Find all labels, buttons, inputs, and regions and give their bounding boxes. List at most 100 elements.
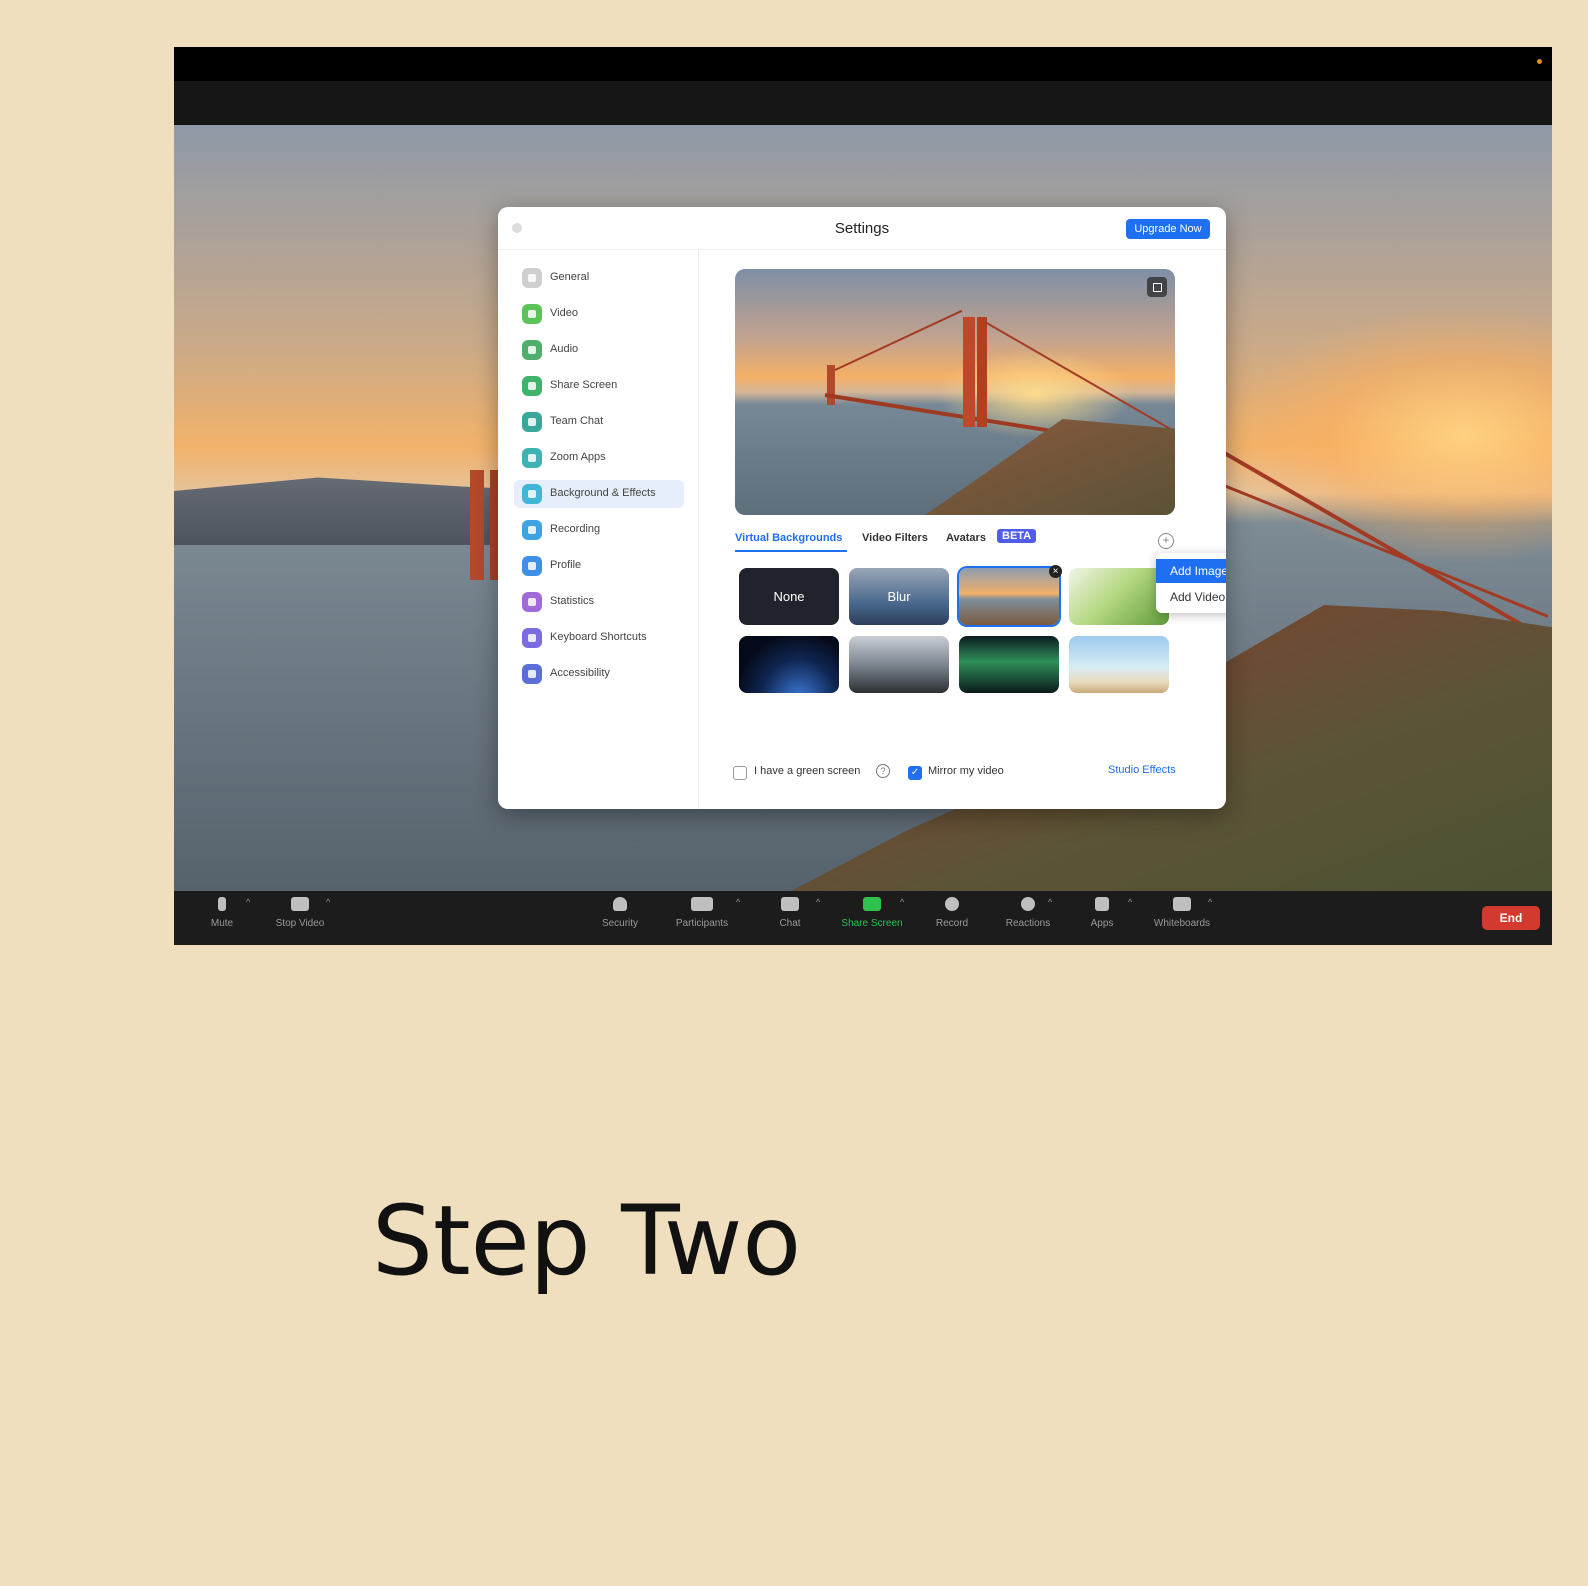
studio-effects-link[interactable]: Studio Effects [1108, 764, 1176, 776]
remove-background-button[interactable]: × [1049, 565, 1062, 578]
chevron-up-icon[interactable]: ^ [1128, 897, 1132, 907]
share-screen-icon [522, 376, 542, 396]
background-icon [522, 484, 542, 504]
bridge-tower [470, 470, 484, 580]
chevron-up-icon[interactable]: ^ [246, 897, 250, 907]
virtual-background-scene: Settings Upgrade Now General Video Audio [174, 125, 1552, 891]
background-office[interactable] [849, 636, 949, 693]
video-camera-icon [522, 304, 542, 324]
menu-item-add-video[interactable]: Add Video [1156, 585, 1226, 609]
participants-button[interactable]: Participants [662, 897, 742, 929]
sidebar-item-share-screen[interactable]: Share Screen [514, 372, 684, 400]
meeting-toolbar: Mute ^ Stop Video ^ Security Participant… [174, 891, 1552, 945]
tab-video-filters[interactable]: Video Filters [862, 532, 928, 544]
mirror-video-label: Mirror my video [928, 765, 1004, 777]
sidebar-item-keyboard-shortcuts[interactable]: Keyboard Shortcuts [514, 624, 684, 652]
sidebar-item-label: Share Screen [550, 379, 618, 391]
sidebar-item-team-chat[interactable]: Team Chat [514, 408, 684, 436]
toolbar-label: Apps [1090, 918, 1114, 929]
beta-badge: BETA [997, 529, 1037, 543]
accessibility-icon [522, 664, 542, 684]
background-beach[interactable] [1069, 636, 1169, 693]
sidebar-item-audio[interactable]: Audio [514, 336, 684, 364]
rotate-camera-icon[interactable] [1147, 277, 1167, 297]
record-icon [522, 520, 542, 540]
gear-icon [522, 268, 542, 288]
chevron-up-icon[interactable]: ^ [900, 897, 904, 907]
help-icon[interactable]: ? [876, 764, 890, 778]
sunset-glow [1224, 305, 1552, 565]
reactions-button[interactable]: Reactions [988, 897, 1068, 929]
sidebar-item-label: Accessibility [550, 667, 610, 679]
bridge-tower [827, 365, 835, 405]
chevron-up-icon[interactable]: ^ [1048, 897, 1052, 907]
sidebar-item-label: Team Chat [550, 415, 604, 427]
sidebar-item-background-effects[interactable]: Background & Effects [514, 480, 684, 508]
apps-icon [1095, 897, 1109, 911]
settings-sidebar: General Video Audio Share Screen Team Ch… [498, 250, 699, 809]
reactions-icon [1021, 897, 1035, 911]
sidebar-item-general[interactable]: General [514, 264, 684, 292]
participants-icon [691, 897, 713, 911]
sidebar-item-label: Recording [550, 523, 601, 535]
toolbar-label: Share Screen [841, 918, 903, 929]
zoom-screenshot: Settings Upgrade Now General Video Audio [174, 47, 1552, 945]
toolbar-label: Security [601, 918, 639, 929]
sidebar-item-label: Video [550, 307, 578, 319]
upgrade-now-button[interactable]: Upgrade Now [1126, 219, 1210, 239]
sidebar-item-label: General [550, 271, 590, 283]
apps-icon [522, 448, 542, 468]
green-screen-label: I have a green screen [754, 765, 861, 777]
sidebar-item-label: Profile [550, 559, 582, 571]
security-button[interactable]: Security [580, 897, 660, 929]
add-background-button[interactable]: + [1158, 533, 1174, 549]
tab-avatars[interactable]: Avatars [946, 532, 986, 544]
chevron-up-icon[interactable]: ^ [736, 897, 740, 907]
tab-virtual-backgrounds[interactable]: Virtual Backgrounds [735, 532, 842, 544]
chat-bubble-icon [781, 897, 799, 911]
sidebar-item-label: Keyboard Shortcuts [550, 631, 647, 643]
sidebar-item-label: Background & Effects [550, 487, 656, 499]
person-icon [522, 556, 542, 576]
chat-bubble-icon [522, 412, 542, 432]
menu-item-add-image[interactable]: Add Image [1156, 559, 1226, 583]
microphone-icon [218, 897, 226, 911]
sidebar-item-label: Audio [550, 343, 579, 355]
step-title: Step Two [372, 1185, 802, 1297]
background-none[interactable]: None [739, 568, 839, 625]
background-grass[interactable] [1069, 568, 1169, 625]
end-meeting-button[interactable]: End [1482, 906, 1540, 930]
sidebar-item-zoom-apps[interactable]: Zoom Apps [514, 444, 684, 472]
sidebar-item-label: Zoom Apps [550, 451, 606, 463]
background-earth[interactable] [739, 636, 839, 693]
sidebar-item-recording[interactable]: Recording [514, 516, 684, 544]
toolbar-label: Chat [779, 918, 801, 929]
settings-title: Settings [834, 220, 890, 237]
top-strip [174, 81, 1552, 125]
bridge-tower [977, 317, 987, 427]
keyboard-icon [522, 628, 542, 648]
sidebar-item-statistics[interactable]: Statistics [514, 588, 684, 616]
whiteboard-icon [1173, 897, 1191, 911]
toolbar-label: Stop Video [275, 918, 325, 929]
chevron-up-icon[interactable]: ^ [1208, 897, 1212, 907]
chevron-up-icon[interactable]: ^ [816, 897, 820, 907]
sidebar-item-video[interactable]: Video [514, 300, 684, 328]
sidebar-item-profile[interactable]: Profile [514, 552, 684, 580]
green-screen-checkbox[interactable] [733, 766, 747, 780]
active-tab-indicator [735, 550, 847, 552]
sidebar-item-accessibility[interactable]: Accessibility [514, 660, 684, 688]
mirror-video-checkbox[interactable]: ✓ [908, 766, 922, 780]
record-button[interactable]: Record [912, 897, 992, 929]
toolbar-label: Participants [675, 918, 729, 929]
toolbar-label: Reactions [1005, 918, 1051, 929]
settings-header: Settings Upgrade Now [498, 207, 1226, 250]
background-aurora[interactable] [959, 636, 1059, 693]
background-golden-gate[interactable] [959, 568, 1059, 625]
chevron-up-icon[interactable]: ^ [326, 897, 330, 907]
shield-icon [613, 897, 627, 911]
toolbar-label: Record [935, 918, 969, 929]
background-blur[interactable]: Blur [849, 568, 949, 625]
sidebar-item-label: Statistics [550, 595, 595, 607]
bar-chart-icon [522, 592, 542, 612]
